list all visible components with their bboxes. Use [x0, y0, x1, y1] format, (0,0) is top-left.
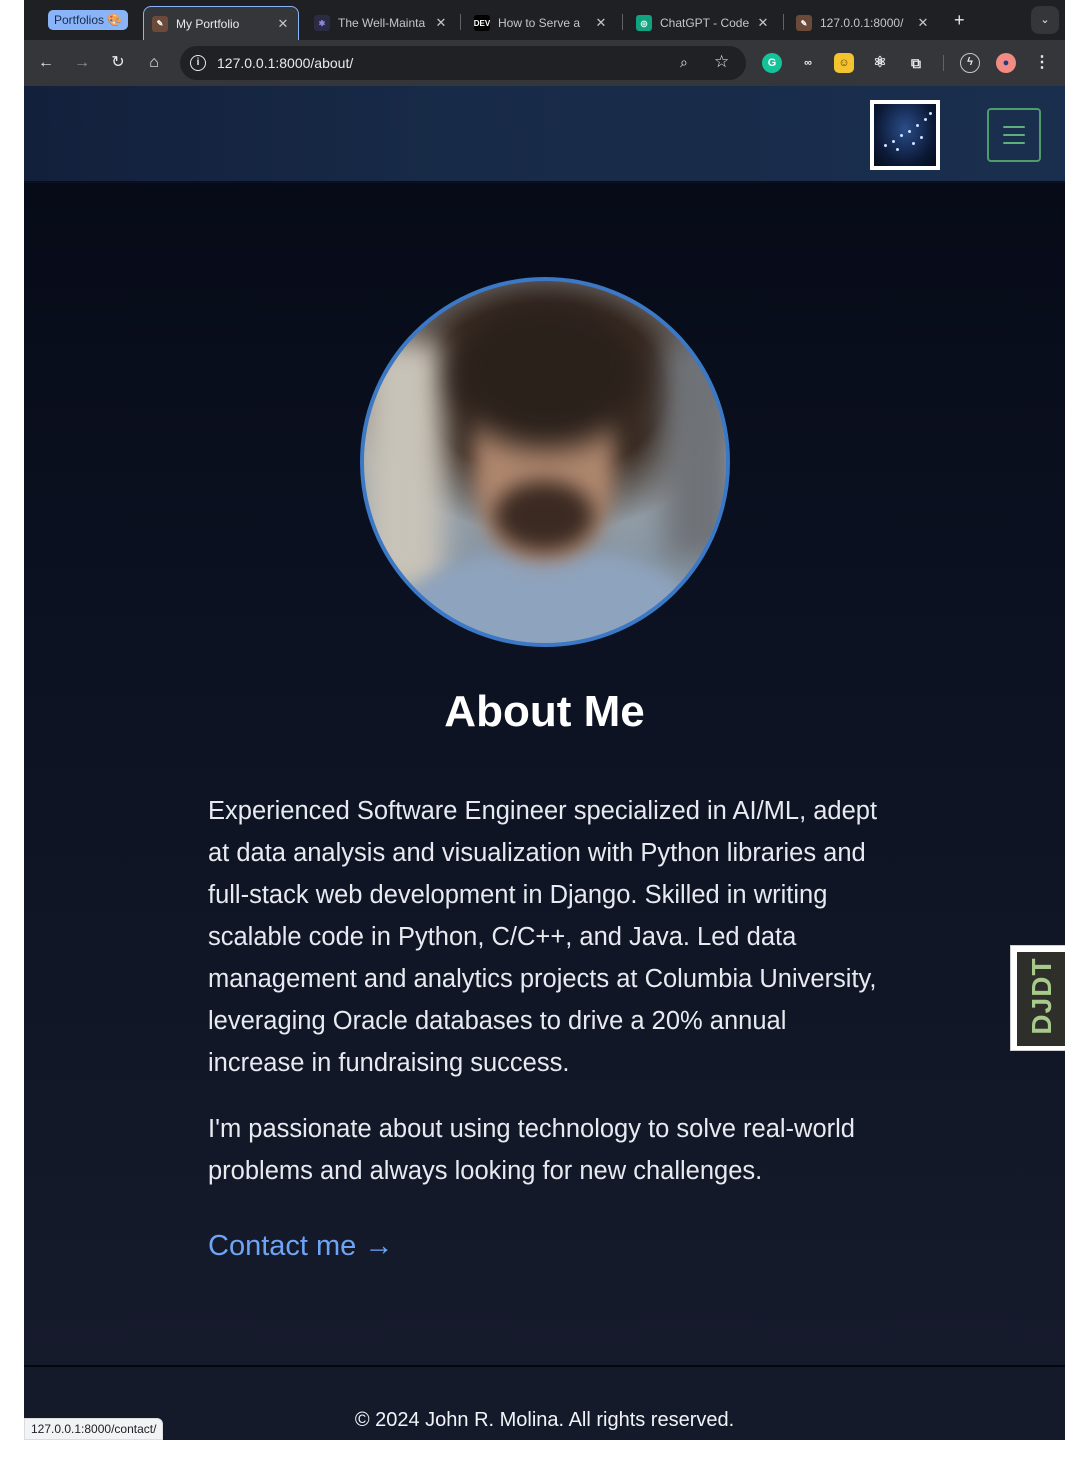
menu-line — [1003, 134, 1025, 136]
face-extension-icon[interactable]: ☺ — [834, 53, 854, 73]
tab-group-portfolios[interactable]: Portfolios 🎨 — [48, 10, 129, 30]
url-text[interactable]: 127.0.0.1:8000/about/ — [217, 55, 353, 71]
glasses-icon[interactable]: ∞ — [798, 53, 818, 73]
portfolio-favicon: ✎ — [152, 15, 168, 32]
close-icon[interactable]: ✕ — [756, 15, 770, 31]
photo-shirt — [404, 551, 694, 643]
bio-paragraph: Experienced Software Engineer specialize… — [208, 797, 878, 1077]
more-menu-icon[interactable]: ⋮ — [1032, 53, 1052, 73]
djdt-label: DJDT — [1026, 957, 1057, 1035]
react-devtools-icon[interactable]: ⚛ — [870, 53, 890, 73]
tab-separator — [783, 14, 784, 30]
tab-title: ChatGPT - Code — [660, 16, 750, 30]
tab-title: 127.0.0.1:8000/ — [820, 16, 904, 30]
forward-arrow-icon[interactable]: → — [71, 52, 93, 74]
menu-line — [1003, 126, 1025, 128]
site-header — [24, 86, 1065, 182]
djdt-handle-inner: DJDT — [1017, 952, 1065, 1046]
reload-icon[interactable]: ↻ — [107, 52, 129, 74]
site-footer: © 2024 John R. Molina. All rights reserv… — [24, 1365, 1065, 1440]
tab-my-portfolio[interactable]: ✎ My Portfolio ✕ — [143, 6, 299, 40]
tab-localhost[interactable]: ✎ 127.0.0.1:8000/ ✕ — [788, 6, 938, 40]
chatgpt-favicon: ◎ — [636, 15, 652, 31]
new-tab-icon[interactable]: + — [954, 10, 965, 30]
tab-chatgpt[interactable]: ◎ ChatGPT - Code ✕ — [628, 6, 778, 40]
close-icon[interactable]: ✕ — [276, 16, 290, 32]
contact-link[interactable]: Contact me → — [208, 1230, 393, 1263]
close-icon[interactable]: ✕ — [916, 15, 930, 31]
django-debug-toolbar-handle[interactable]: DJDT — [1010, 945, 1065, 1051]
close-icon[interactable]: ✕ — [594, 15, 608, 31]
photo-background — [364, 341, 444, 591]
grammarly-icon[interactable]: G — [762, 53, 782, 73]
bookmark-star-icon[interactable]: ☆ — [714, 52, 729, 72]
chevron-down-icon[interactable]: ⌄ — [1031, 6, 1059, 34]
profile-photo — [360, 277, 730, 647]
site-info-icon[interactable]: i — [190, 55, 206, 71]
tab-strip: Portfolios 🎨 ✎ My Portfolio ✕ ✱ The Well… — [24, 0, 1065, 40]
tab-title: How to Serve a — [498, 16, 581, 30]
tab-title: The Well-Mainta — [338, 16, 426, 30]
dev-favicon: DEV — [474, 15, 490, 31]
zoom-icon[interactable]: ⌕ — [680, 54, 688, 71]
photo-hair — [449, 299, 644, 449]
portfolio-favicon: ✎ — [796, 15, 812, 31]
bug-favicon: ✱ — [314, 15, 330, 31]
footer-copyright: © 2024 John R. Molina. All rights reserv… — [354, 1409, 735, 1431]
address-bar[interactable]: i 127.0.0.1:8000/about/ ⌕ ☆ — [180, 46, 746, 80]
puzzle-extensions-icon[interactable]: ⧉ — [906, 53, 926, 73]
bio-paragraph-2: I'm passionate about using technology to… — [208, 1115, 855, 1185]
hamburger-menu-button[interactable] — [987, 108, 1041, 162]
tab-title: My Portfolio — [176, 16, 240, 31]
constellation-logo-icon — [874, 104, 936, 166]
site-logo[interactable] — [870, 100, 940, 170]
tab-separator — [460, 14, 461, 30]
link-status-bubble: 127.0.0.1:8000/contact/ — [24, 1418, 164, 1440]
back-arrow-icon[interactable]: ← — [35, 52, 57, 74]
tab-separator — [622, 14, 623, 30]
page-title: About Me — [444, 687, 645, 736]
browser-window: Portfolios 🎨 ✎ My Portfolio ✕ ✱ The Well… — [24, 0, 1065, 1440]
profile-avatar-icon[interactable]: ● — [996, 53, 1016, 73]
browser-toolbar: ← → ↻ ⌂ i 127.0.0.1:8000/about/ ⌕ ☆ G ∞ … — [24, 40, 1065, 86]
close-icon[interactable]: ✕ — [434, 15, 448, 31]
photo-background — [664, 341, 726, 561]
tab-how-to-serve[interactable]: DEV How to Serve a ✕ — [466, 6, 616, 40]
home-icon[interactable]: ⌂ — [143, 52, 165, 74]
photo-beard — [494, 481, 594, 551]
menu-line — [1003, 142, 1025, 144]
about-section: About Me Experienced Software Engineer s… — [24, 183, 1065, 1365]
performance-icon[interactable]: ϟ — [960, 53, 980, 73]
toolbar-separator — [943, 55, 944, 71]
tab-well-maintained[interactable]: ✱ The Well-Mainta ✕ — [306, 6, 456, 40]
